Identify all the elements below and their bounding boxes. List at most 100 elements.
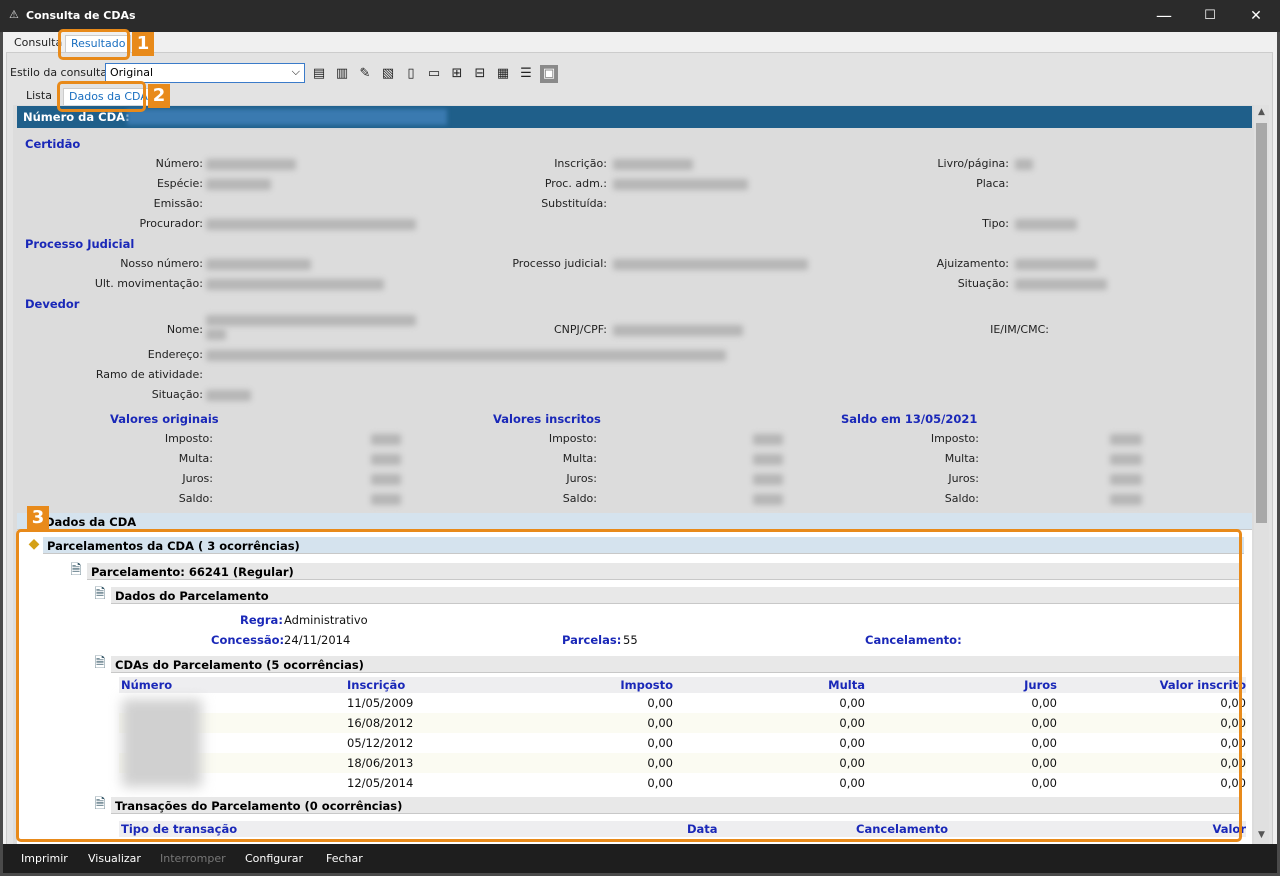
scroll-up-icon[interactable]: ▲ [1254, 107, 1269, 117]
redacted-value [371, 494, 401, 505]
sub-tabs: Lista Dados da CDA [7, 85, 1274, 105]
redacted-value [206, 219, 416, 230]
label-ramo: Ramo de atividade: [95, 368, 203, 381]
redacted-value [206, 159, 296, 170]
label-juros-saldo: Juros: [948, 472, 979, 485]
bottom-toolbar: Imprimir Visualizar Interromper Configur… [3, 844, 1277, 873]
label-nosso-numero: Nosso número: [120, 257, 203, 270]
cda-number-redacted [127, 109, 447, 125]
label-endereco: Endereço: [147, 348, 203, 361]
badge-1: 1 [132, 32, 154, 56]
delete-icon[interactable]: ▥ [333, 65, 351, 83]
valores-inscritos-title: Valores inscritos [493, 412, 601, 426]
redacted-value [613, 325, 743, 336]
redacted-value [753, 454, 783, 465]
label-imposto-orig: Imposto: [164, 432, 213, 445]
section-processo: Processo Judicial [25, 237, 135, 251]
label-saldo-saldo: Saldo: [944, 492, 979, 505]
label-imposto-insc: Imposto: [548, 432, 597, 445]
label-situacao-devedor: Situação: [151, 388, 203, 401]
redacted-value [206, 315, 416, 326]
redacted-value [206, 259, 311, 270]
title-bar: ⚠ Consulta de CDAs — ☐ ✕ [0, 0, 1280, 32]
dados-cda-node[interactable]: Dados da CDA [17, 513, 1252, 530]
style-select[interactable]: Original ⌵ [105, 63, 305, 83]
configurar-button[interactable]: Configurar [245, 852, 303, 865]
redacted-value [613, 259, 808, 270]
redacted-value [206, 329, 226, 340]
redacted-value [1015, 279, 1107, 290]
badge-3: 3 [27, 506, 49, 530]
redacted-value [753, 494, 783, 505]
save-icon[interactable]: ▤ [310, 65, 328, 83]
label-multa-saldo: Multa: [944, 452, 979, 465]
redacted-value [1015, 259, 1097, 270]
label-nome: Nome: [166, 323, 203, 336]
chevron-down-icon[interactable]: ⌵ [292, 65, 300, 79]
window-icon[interactable]: ▭ [425, 65, 443, 83]
redacted-value [1110, 474, 1142, 485]
redacted-value [753, 434, 783, 445]
highlight-dados-cda [57, 81, 146, 112]
tree-icon[interactable]: ⊞ [448, 65, 466, 83]
minimize-button[interactable]: — [1141, 0, 1187, 32]
style-row: Estilo da consulta Original ⌵ ▤ ▥ ✎ ▧ ▯ … [7, 63, 1274, 83]
table-icon[interactable]: ▦ [494, 65, 512, 83]
tab-lista[interactable]: Lista [21, 88, 57, 105]
label-multa-insc: Multa: [562, 452, 597, 465]
label-procurador: Procurador: [139, 217, 203, 230]
label-substituida: Substituída: [541, 197, 607, 210]
label-placa: Placa: [976, 177, 1009, 190]
form-view-icon[interactable]: ▣ [540, 65, 558, 83]
collapse-icon[interactable]: ⊟ [471, 65, 489, 83]
visualizar-button[interactable]: Visualizar [88, 852, 141, 865]
label-saldo-orig: Saldo: [178, 492, 213, 505]
redacted-value [613, 159, 693, 170]
label-juros-insc: Juros: [566, 472, 597, 485]
cda-number-header: Número da CDA: [17, 106, 1252, 128]
badge-2: 2 [148, 84, 170, 108]
redacted-value [206, 179, 271, 190]
redacted-value [206, 350, 726, 361]
label-inscricao: Inscrição: [554, 157, 607, 170]
cda-number-label: Número da CDA: [23, 110, 130, 124]
label-ie: IE/IM/CMC: [990, 323, 1049, 336]
label-ult-mov: Ult. movimentação: [94, 277, 203, 290]
document-icon[interactable]: ▯ [402, 65, 420, 83]
label-processo-judicial: Processo judicial: [512, 257, 607, 270]
highlight-resultado [58, 29, 130, 60]
section-certidao: Certidão [25, 137, 81, 151]
redacted-value [1110, 434, 1142, 445]
redacted-value [1110, 494, 1142, 505]
redacted-value [1015, 159, 1033, 170]
label-ajuizamento: Ajuizamento: [936, 257, 1009, 270]
dados-cda-label: Dados da CDA [45, 515, 137, 529]
redacted-value [753, 474, 783, 485]
label-numero: Número: [155, 157, 203, 170]
label-emissao: Emissão: [153, 197, 203, 210]
imprimir-button[interactable]: Imprimir [21, 852, 68, 865]
fechar-button[interactable]: Fechar [326, 852, 363, 865]
saldo-title: Saldo em 13/05/2021 [841, 412, 978, 426]
redacted-value [1015, 219, 1077, 230]
export-icon[interactable]: ▧ [379, 65, 397, 83]
interromper-button[interactable]: Interromper [160, 852, 226, 865]
label-multa-orig: Multa: [178, 452, 213, 465]
highlight-parcelamentos [16, 529, 1242, 842]
edit-icon[interactable]: ✎ [356, 65, 374, 83]
label-imposto-saldo: Imposto: [930, 432, 979, 445]
label-situacao: Situação: [957, 277, 1009, 290]
scroll-thumb[interactable] [1256, 123, 1267, 523]
scroll-down-icon[interactable]: ▼ [1254, 830, 1269, 840]
maximize-button[interactable]: ☐ [1187, 0, 1233, 32]
redacted-value [206, 279, 384, 290]
label-tipo: Tipo: [982, 217, 1009, 230]
app-icon: ⚠ [9, 8, 19, 21]
vertical-scrollbar[interactable]: ▲ ▼ [1254, 105, 1269, 846]
list-icon[interactable]: ☰ [517, 65, 535, 83]
section-devedor: Devedor [25, 297, 80, 311]
label-cnpj: CNPJ/CPF: [554, 323, 607, 336]
close-button[interactable]: ✕ [1233, 0, 1279, 32]
redacted-value [613, 179, 748, 190]
top-tabs: Consulta Resultado [3, 32, 1277, 52]
